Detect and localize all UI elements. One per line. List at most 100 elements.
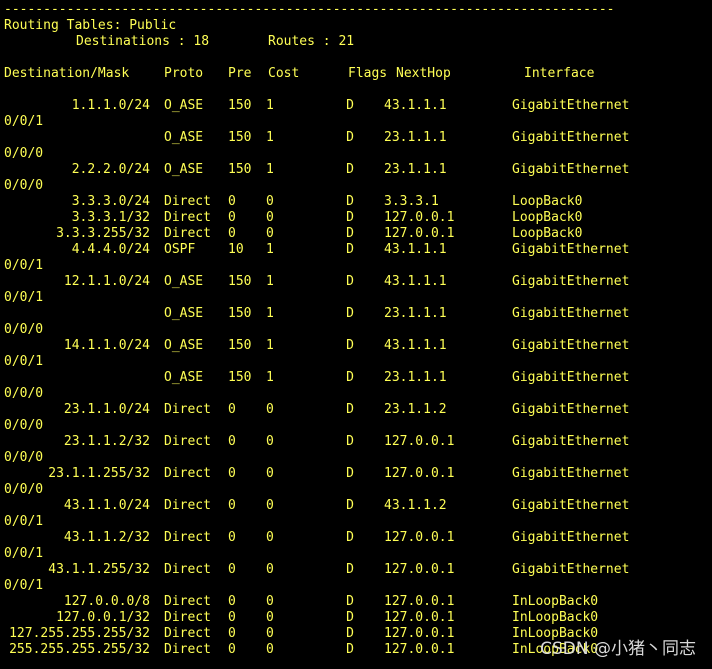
route-interface: GigabitEthernet (512, 402, 630, 417)
route-nexthop: 127.0.0.1 (384, 530, 455, 545)
route-destination: 43.1.1.0/24 (63, 498, 150, 513)
route-protocol: Direct (164, 194, 211, 209)
route-preference: 0 (228, 226, 236, 241)
route-nexthop: 43.1.1.1 (384, 338, 447, 353)
route-destination: 3.3.3.255/32 (56, 226, 150, 241)
column-header: Destination/Mask (4, 66, 130, 81)
route-destination: 23.1.1.255/32 (48, 466, 150, 481)
interface-wrap-line: 0/0/1 (4, 514, 44, 529)
route-nexthop: 127.0.0.1 (384, 210, 455, 225)
route-nexthop: 3.3.3.1 (384, 194, 439, 209)
route-protocol: O_ASE (164, 162, 204, 177)
route-protocol: Direct (164, 626, 211, 641)
route-preference: 0 (228, 194, 236, 209)
route-nexthop: 127.0.0.1 (384, 626, 455, 641)
route-nexthop: 23.1.1.1 (384, 306, 447, 321)
route-nexthop: 43.1.1.1 (384, 98, 447, 113)
route-interface: GigabitEthernet (512, 98, 630, 113)
route-nexthop: 127.0.0.1 (384, 642, 455, 657)
route-interface: GigabitEthernet (512, 274, 630, 289)
route-destination: 43.1.1.2/32 (63, 530, 150, 545)
route-interface: GigabitEthernet (512, 370, 630, 385)
route-nexthop: 23.1.1.1 (384, 370, 447, 385)
route-cost: 1 (266, 242, 274, 257)
route-flags: D (346, 562, 354, 577)
route-interface: GigabitEthernet (512, 562, 630, 577)
column-header: Interface (524, 66, 595, 81)
table-row: 43.1.1.255/32 Direct 0 0 D 127.0.0.1 GigabitEt… (4, 562, 708, 578)
route-interface: GigabitEthernet (512, 306, 630, 321)
route-preference: 150 (228, 162, 252, 177)
route-flags: D (346, 498, 354, 513)
table-row: 43.1.1.0/24 Direct 0 0 D 43.1.1.2 GigabitEther… (4, 498, 708, 514)
table-row: 3.3.3.0/24 Direct 0 0 D 3.3.3.1 LoopBack0 (4, 194, 708, 210)
route-protocol: O_ASE (164, 98, 204, 113)
interface-wrap-line: 0/0/1 (4, 290, 44, 305)
column-header: Pre (228, 66, 252, 81)
route-nexthop: 23.1.1.1 (384, 162, 447, 177)
route-protocol: O_ASE (164, 274, 204, 289)
destinations-count: Destinations : 18 (76, 34, 210, 49)
table-row: 43.1.1.2/32 Direct 0 0 D 127.0.0.1 GigabitEthe… (4, 530, 708, 546)
route-protocol: Direct (164, 562, 211, 577)
route-destination: 23.1.1.2/32 (63, 434, 150, 449)
route-protocol: Direct (164, 498, 211, 513)
table-row: 3.3.3.1/32 Direct 0 0 D 127.0.0.1 LoopBack0 (4, 210, 708, 226)
route-preference: 0 (228, 498, 236, 513)
table-row: 23.1.1.255/32 Direct 0 0 D 127.0.0.1 GigabitEt… (4, 466, 708, 482)
route-cost: 0 (266, 610, 274, 625)
route-preference: 150 (228, 370, 252, 385)
interface-wrap-line: 0/0/1 (4, 354, 44, 369)
route-protocol: Direct (164, 466, 211, 481)
separator-line: ----------------------------------------… (4, 2, 615, 17)
route-preference: 150 (228, 338, 252, 353)
route-interface: LoopBack0 (512, 226, 583, 241)
route-destination: 1.1.1.0/24 (71, 98, 150, 113)
route-cost: 0 (266, 434, 274, 449)
route-protocol: O_ASE (164, 370, 204, 385)
route-nexthop: 127.0.0.1 (384, 610, 455, 625)
route-nexthop: 127.0.0.1 (384, 594, 455, 609)
interface-wrap-line: 0/0/1 (4, 578, 44, 593)
route-nexthop: 127.0.0.1 (384, 434, 455, 449)
table-row: O_ASE 150 1 D 23.1.1.1 GigabitEthernet (4, 370, 708, 386)
route-protocol: Direct (164, 642, 211, 657)
route-cost: 0 (266, 498, 274, 513)
route-interface: GigabitEthernet (512, 530, 630, 545)
column-header: Proto (164, 66, 204, 81)
table-row: 4.4.4.0/24 OSPF 10 1 D 43.1.1.1 GigabitEtherne… (4, 242, 708, 258)
route-nexthop: 43.1.1.2 (384, 498, 447, 513)
route-nexthop: 43.1.1.1 (384, 242, 447, 257)
route-cost: 0 (266, 210, 274, 225)
interface-wrap-line: 0/0/1 (4, 114, 44, 129)
routing-table-title: Routing Tables: Public (4, 18, 177, 33)
interface-wrap-line: 0/0/0 (4, 418, 44, 433)
route-destination: 12.1.1.0/24 (63, 274, 150, 289)
route-preference: 0 (228, 562, 236, 577)
route-interface: GigabitEthernet (512, 498, 630, 513)
route-nexthop: 127.0.0.1 (384, 226, 455, 241)
route-preference: 150 (228, 130, 252, 145)
route-flags: D (346, 642, 354, 657)
route-protocol: Direct (164, 434, 211, 449)
route-cost: 0 (266, 626, 274, 641)
route-preference: 0 (228, 466, 236, 481)
route-nexthop: 127.0.0.1 (384, 562, 455, 577)
table-row: O_ASE 150 1 D 23.1.1.1 GigabitEthernet (4, 130, 708, 146)
route-interface: InLoopBack0 (512, 610, 599, 625)
route-nexthop: 127.0.0.1 (384, 466, 455, 481)
route-preference: 0 (228, 434, 236, 449)
route-destination: 43.1.1.255/32 (48, 562, 150, 577)
route-protocol: Direct (164, 402, 211, 417)
column-header: Flags (348, 66, 388, 81)
route-preference: 0 (228, 626, 236, 641)
route-destination: 127.0.0.0/8 (63, 594, 150, 609)
route-protocol: Direct (164, 594, 211, 609)
route-interface: GigabitEthernet (512, 434, 630, 449)
terminal-output[interactable]: ----------------------------------------… (4, 2, 708, 667)
route-flags: D (346, 210, 354, 225)
routes-count: Routes : 21 (268, 34, 355, 49)
route-preference: 0 (228, 610, 236, 625)
route-cost: 0 (266, 594, 274, 609)
route-cost: 1 (266, 370, 274, 385)
